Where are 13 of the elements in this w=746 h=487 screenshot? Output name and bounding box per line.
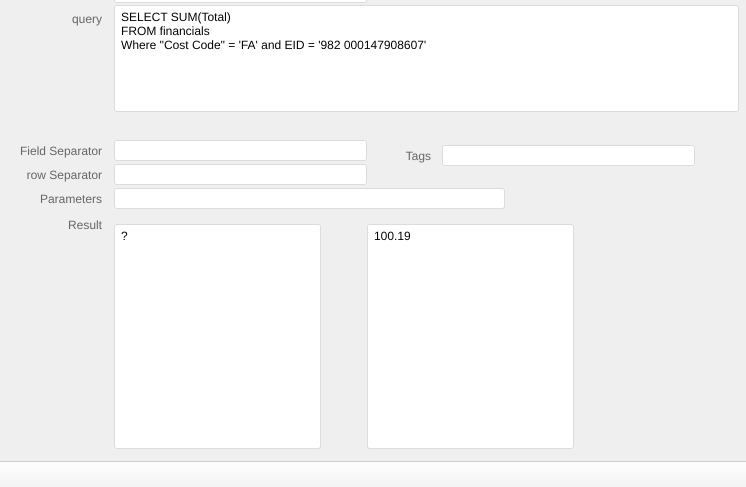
input-field[interactable] bbox=[114, 188, 505, 209]
input-field[interactable] bbox=[442, 145, 695, 166]
query-field[interactable]: SELECT SUM(Total) FROM financials Where "Cost Code" = 'FA' and EID = '982 000147908607' bbox=[114, 5, 739, 112]
field-label: query bbox=[72, 11, 102, 28]
field-label: Parameters bbox=[40, 190, 102, 208]
field-label: Field Separator bbox=[20, 142, 102, 160]
input-field[interactable] bbox=[114, 164, 367, 185]
result-field[interactable]: ? bbox=[114, 224, 321, 449]
result-field[interactable]: 100.19 bbox=[367, 224, 574, 449]
field-label: Tags bbox=[404, 148, 431, 164]
input-field[interactable] bbox=[114, 140, 367, 161]
field-label: Result bbox=[68, 217, 102, 234]
field-label: row Separator bbox=[26, 166, 102, 184]
